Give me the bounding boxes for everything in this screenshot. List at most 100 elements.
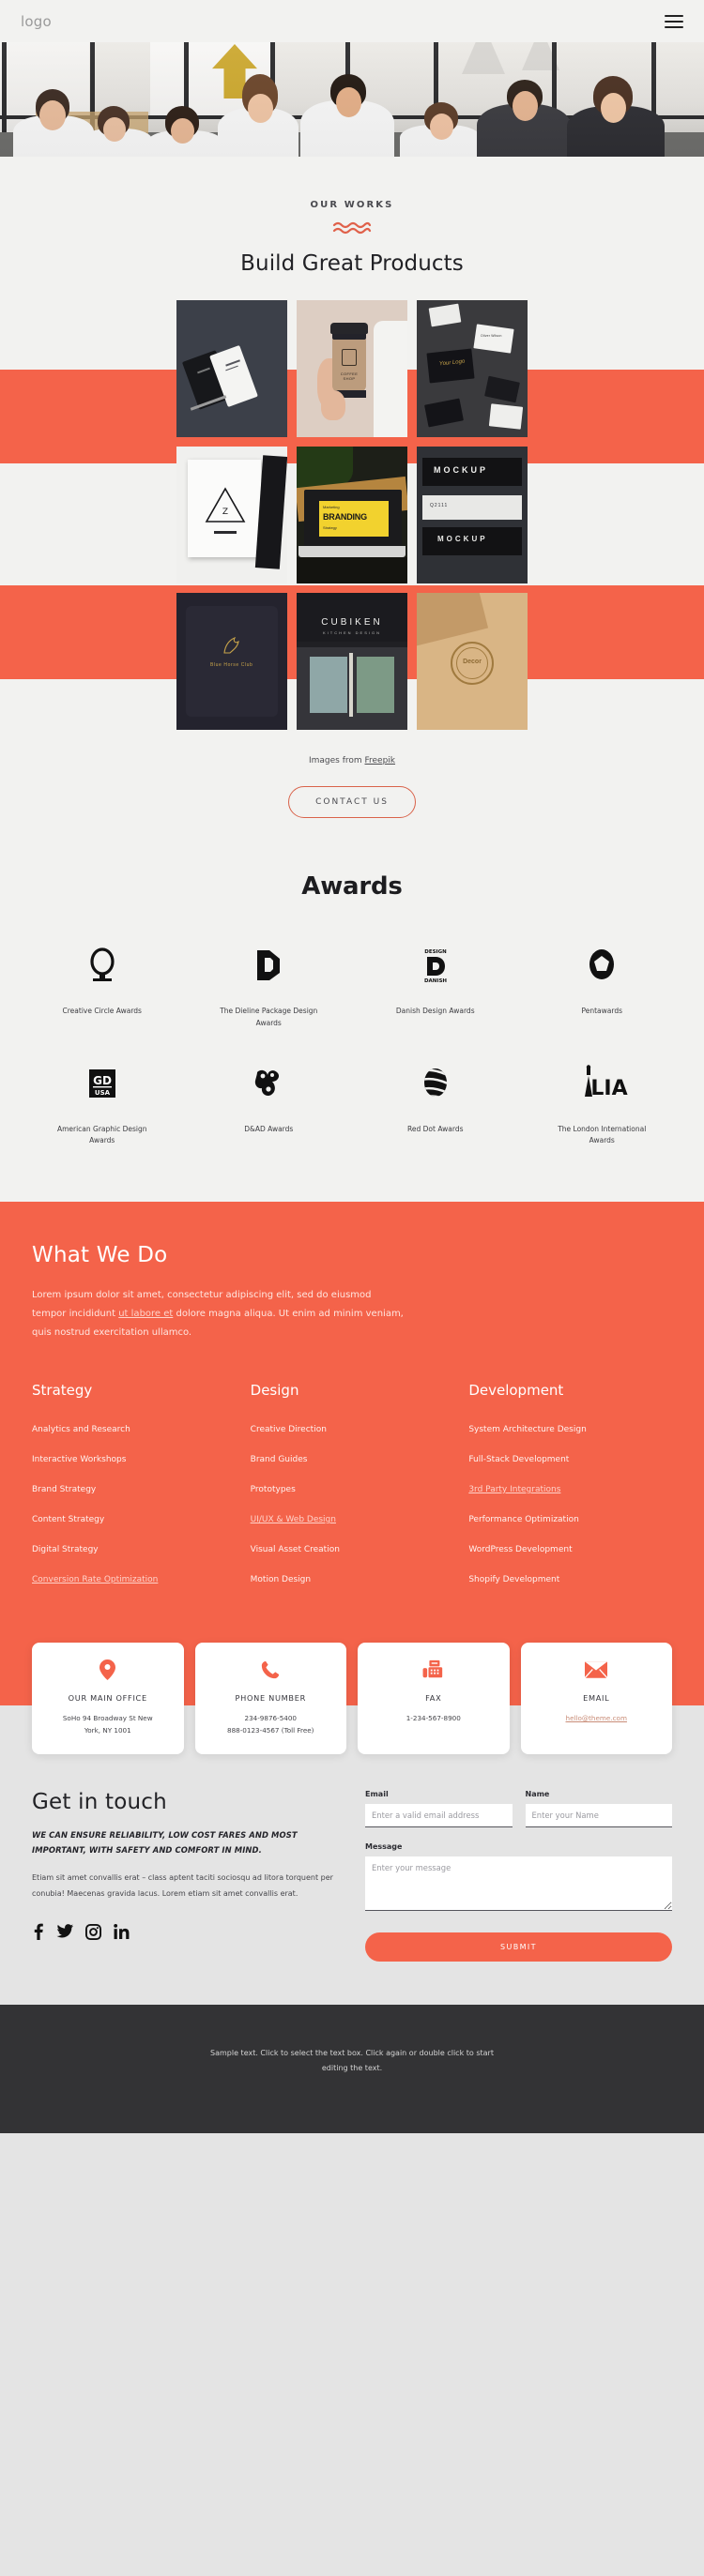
list-item[interactable]: WordPress Development <box>468 1539 672 1556</box>
contact-form: Email Name Message SUBMIT <box>365 1790 672 1962</box>
award-label: American Graphic Design Awards <box>56 1124 147 1145</box>
list-item[interactable]: Analytics and Research <box>32 1419 236 1436</box>
service-link-active[interactable]: UI/UX & Web Design <box>251 1515 336 1524</box>
instagram-icon[interactable] <box>85 1923 101 1940</box>
service-link[interactable]: WordPress Development <box>468 1545 572 1554</box>
hamburger-icon[interactable] <box>665 11 683 32</box>
submit-button[interactable]: SUBMIT <box>365 1932 672 1962</box>
service-link[interactable]: System Architecture Design <box>468 1425 586 1434</box>
service-link[interactable]: Motion Design <box>251 1575 311 1584</box>
service-link[interactable]: Analytics and Research <box>32 1425 130 1434</box>
linkedin-icon[interactable] <box>114 1923 130 1940</box>
credit-prefix: Images from <box>308 756 365 765</box>
services-columns: Strategy Analytics and Research Interact… <box>32 1382 672 1599</box>
work-tile-flying-cards[interactable]: Your Logo Oliver Wilson <box>417 300 528 437</box>
work-tile-cubiken-storefront[interactable]: CUBIKEN KITCHEN DESIGN <box>297 593 407 730</box>
get-in-touch-title: Get in touch <box>32 1789 167 1814</box>
service-link[interactable]: Shopify Development <box>468 1575 559 1584</box>
award-item[interactable]: Creative Circle Awards <box>19 944 186 1030</box>
contact-us-button[interactable]: CONTACT US <box>288 786 416 818</box>
list-item[interactable]: Visual Asset Creation <box>251 1539 454 1556</box>
logo[interactable]: logo <box>21 13 52 30</box>
list-item[interactable]: Creative Direction <box>251 1419 454 1436</box>
awards-grid: Creative Circle Awards The Dieline Packa… <box>0 944 704 1147</box>
what-we-do-section: What We Do Lorem ipsum dolor sit amet, c… <box>0 1202 704 1754</box>
footer-text[interactable]: Sample text. Click to select the text bo… <box>197 2046 507 2078</box>
email-input[interactable] <box>365 1803 513 1827</box>
stamp-text: Decor <box>463 659 482 665</box>
contact-card-phone[interactable]: PHONE NUMBER 234-9876-5400 888-0123-4567… <box>194 1643 346 1754</box>
list-item[interactable]: Brand Guides <box>251 1449 454 1466</box>
card-line: 234-9876-5400 <box>244 1714 298 1722</box>
service-link[interactable]: Full-Stack Development <box>468 1455 569 1464</box>
column-heading: Strategy <box>32 1382 93 1399</box>
service-link-active[interactable]: Conversion Rate Optimization <box>32 1575 158 1584</box>
work-tile-coffee-cup[interactable]: COFFEE SHOP <box>297 300 407 437</box>
list-item[interactable]: Full-Stack Development <box>468 1449 672 1466</box>
list-item[interactable]: Digital Strategy <box>32 1539 236 1556</box>
list-item[interactable]: Conversion Rate Optimization <box>32 1569 236 1586</box>
award-item[interactable]: GD USA American Graphic Design Awards <box>19 1062 186 1148</box>
award-item[interactable]: LIA The London International Awards <box>519 1062 686 1148</box>
get-in-touch-left: Get in touch WE CAN ENSURE RELIABILITY, … <box>32 1790 339 1962</box>
work-tile-kraft-stamp[interactable]: Decor <box>417 593 528 730</box>
award-item[interactable]: Red Dot Awards <box>352 1062 519 1148</box>
get-in-touch-body: Etiam sit amet convallis erat – class ap… <box>32 1873 333 1899</box>
award-item[interactable]: The Dieline Package Design Awards <box>186 944 353 1030</box>
location-pin-icon <box>39 1658 176 1682</box>
svg-text:USA: USA <box>95 1089 111 1097</box>
list-item[interactable]: System Architecture Design <box>468 1419 672 1436</box>
what-we-do-title: What We Do <box>32 1243 168 1267</box>
business-card-dark <box>424 398 464 428</box>
service-link[interactable]: Creative Direction <box>251 1425 327 1434</box>
award-item[interactable]: Pentawards <box>519 944 686 1030</box>
list-item[interactable]: Motion Design <box>251 1569 454 1586</box>
list-item[interactable]: Brand Strategy <box>32 1479 236 1496</box>
service-link[interactable]: Performance Optimization <box>468 1515 578 1524</box>
contact-card-fax[interactable]: FAX 1-234-567-8900 <box>358 1643 510 1754</box>
contact-card-office[interactable]: OUR MAIN OFFICE SoHo 94 Broadway St New … <box>32 1643 184 1754</box>
wave-divider-icon <box>332 221 372 235</box>
email-label: Email <box>365 1789 389 1798</box>
mockup-text: MOCKUP <box>434 465 488 475</box>
wordmark <box>214 531 237 534</box>
business-card <box>428 303 462 327</box>
work-tile-mockup-cards[interactable]: MOCKUP MOCKUP Q2111 <box>417 447 528 583</box>
store-name: CUBIKEN <box>321 617 383 628</box>
list-item[interactable]: 3rd Party Integrations <box>468 1479 672 1496</box>
email-link[interactable]: hello@theme.com <box>566 1714 627 1722</box>
twitter-icon[interactable] <box>56 1923 73 1940</box>
contact-card-email[interactable]: EMAIL hello@theme.com <box>520 1643 672 1754</box>
list-item[interactable]: Interactive Workshops <box>32 1449 236 1466</box>
list-item[interactable]: Content Strategy <box>32 1509 236 1526</box>
column-heading: Design <box>250 1382 299 1399</box>
work-tile-laptop-branding[interactable]: Marketing BRANDING Strategy <box>297 447 407 583</box>
work-tile-gold-foil-folder[interactable]: Blue Horse Club <box>176 593 287 730</box>
freepik-link[interactable]: Freepik <box>365 756 396 765</box>
contact-cards: OUR MAIN OFFICE SoHo 94 Broadway St New … <box>32 1643 672 1754</box>
email-icon <box>528 1658 666 1682</box>
award-item[interactable]: DESIGN DANISH Danish Design Awards <box>352 944 519 1030</box>
list-item[interactable]: UI/UX & Web Design <box>251 1509 454 1526</box>
service-link[interactable]: Content Strategy <box>32 1515 104 1524</box>
facebook-icon[interactable] <box>32 1923 44 1940</box>
service-link[interactable]: Prototypes <box>251 1485 296 1494</box>
list-item[interactable]: Performance Optimization <box>468 1509 672 1526</box>
work-tile-triangle-logo[interactable]: Z <box>176 447 287 583</box>
work-tile-branding-stationery[interactable] <box>176 300 287 437</box>
service-link[interactable]: Brand Strategy <box>32 1485 96 1494</box>
list-item[interactable]: Shopify Development <box>468 1569 672 1586</box>
services-list: System Architecture Design Full-Stack De… <box>468 1419 672 1586</box>
award-item[interactable]: D&AD Awards <box>186 1062 353 1148</box>
inline-link[interactable]: ut labore et <box>118 1309 173 1319</box>
list-item[interactable]: Prototypes <box>251 1479 454 1496</box>
cup-logo <box>342 349 357 366</box>
service-link[interactable]: Brand Guides <box>251 1455 308 1464</box>
message-textarea[interactable] <box>365 1856 672 1911</box>
service-link[interactable]: Visual Asset Creation <box>251 1545 340 1554</box>
service-link[interactable]: Interactive Workshops <box>32 1455 126 1464</box>
svg-text:DANISH: DANISH <box>424 978 447 984</box>
name-input[interactable] <box>525 1803 672 1827</box>
service-link[interactable]: Digital Strategy <box>32 1545 99 1554</box>
service-link-active[interactable]: 3rd Party Integrations <box>468 1485 560 1494</box>
